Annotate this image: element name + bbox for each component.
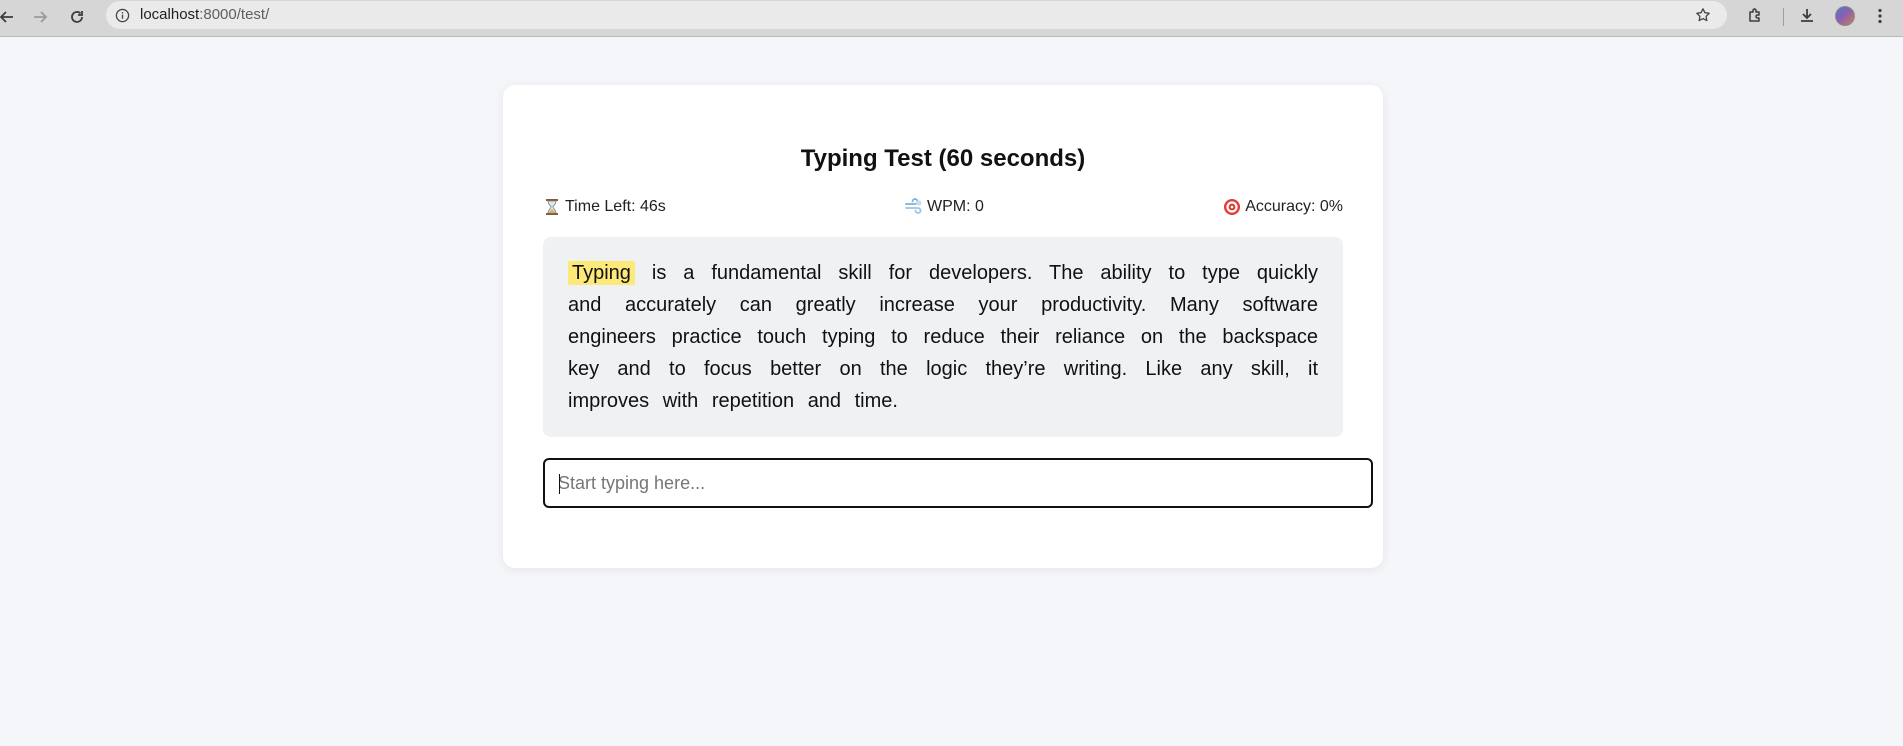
time-left-stat: Time Left: 46s bbox=[543, 198, 666, 216]
browser-menu-button[interactable] bbox=[1866, 2, 1894, 30]
downloads-button[interactable] bbox=[1793, 2, 1821, 30]
accuracy-value: Accuracy: 0% bbox=[1245, 198, 1343, 215]
accuracy-stat: Accuracy: 0% bbox=[1223, 198, 1343, 216]
page-title: Typing Test (60 seconds) bbox=[800, 145, 1086, 172]
target-icon bbox=[1224, 199, 1241, 215]
passage-word: with bbox=[662, 390, 699, 412]
passage-word: accurately bbox=[625, 294, 717, 316]
passage-word: repetition bbox=[711, 390, 795, 412]
passage-word: reduce bbox=[923, 326, 985, 348]
passage-word: for bbox=[888, 262, 913, 284]
time-left-value: Time Left: 46s bbox=[565, 198, 666, 215]
passage-word: touch bbox=[757, 326, 807, 348]
passage-word: improves bbox=[568, 390, 650, 412]
passage-word: their bbox=[1000, 326, 1040, 348]
passage-text: Typing is a fundamental skill for develo… bbox=[568, 257, 1318, 417]
dash-wind-icon bbox=[905, 198, 922, 214]
wpm-stat: WPM: 0 bbox=[905, 198, 984, 216]
passage-word: better bbox=[770, 358, 822, 380]
reload-button[interactable] bbox=[64, 4, 90, 30]
current-word: Typing bbox=[568, 261, 635, 285]
back-button[interactable] bbox=[0, 4, 20, 30]
toolbar-divider bbox=[1783, 8, 1784, 26]
avatar bbox=[1835, 6, 1855, 26]
passage-box: Typing is a fundamental skill for develo… bbox=[543, 237, 1343, 437]
text-caret bbox=[559, 474, 560, 494]
url-host: localhost bbox=[140, 6, 200, 23]
typing-input-box[interactable] bbox=[543, 458, 1373, 508]
passage-word: reliance bbox=[1055, 326, 1126, 348]
passage-word: quickly bbox=[1256, 262, 1319, 284]
typing-input[interactable] bbox=[545, 460, 1371, 506]
passage-word: any bbox=[1200, 358, 1233, 380]
passage-word: and bbox=[617, 358, 651, 380]
passage-word: and bbox=[568, 294, 602, 316]
passage-word: typing bbox=[822, 326, 876, 348]
passage-word: to bbox=[669, 358, 686, 380]
passage-word: a bbox=[683, 262, 695, 284]
reload-icon bbox=[71, 11, 83, 23]
more-vertical-icon bbox=[1878, 8, 1882, 24]
url-path: :8000/test/ bbox=[199, 6, 270, 23]
passage-word: backspace bbox=[1222, 326, 1319, 348]
passage-word: skill bbox=[838, 262, 872, 284]
typing-test-card: Typing Test (60 seconds) Time Left: 46s … bbox=[503, 85, 1383, 568]
passage-word: the bbox=[880, 358, 908, 380]
passage-word: time. bbox=[854, 390, 898, 412]
address-bar[interactable]: localhost:8000/test/ bbox=[106, 1, 1727, 29]
passage-word: on bbox=[1140, 326, 1164, 348]
passage-word: can bbox=[739, 294, 773, 316]
passage-word: writing. bbox=[1063, 358, 1128, 380]
passage-word: the bbox=[1178, 326, 1207, 348]
passage-word: it bbox=[1308, 358, 1319, 380]
passage-word: developers. bbox=[929, 262, 1033, 284]
passage-word: productivity. bbox=[1041, 294, 1147, 316]
passage-word: is bbox=[651, 262, 667, 284]
browser-toolbar: localhost:8000/test/ bbox=[0, 0, 1903, 37]
wpm-value: WPM: 0 bbox=[927, 198, 984, 215]
stats-bar: Time Left: 46s WPM: 0 Accuracy: 0% bbox=[543, 198, 1343, 220]
passage-word: increase bbox=[879, 294, 955, 316]
download-icon bbox=[1801, 9, 1813, 22]
passage-word: ability bbox=[1100, 262, 1152, 284]
passage-word: logic bbox=[926, 358, 968, 380]
passage-word: your bbox=[978, 294, 1018, 316]
passage-word: greatly bbox=[795, 294, 856, 316]
url-text: localhost:8000/test/ bbox=[140, 6, 269, 24]
passage-word: on bbox=[839, 358, 862, 380]
passage-word: fundamental bbox=[711, 262, 822, 284]
passage-word: focus bbox=[703, 358, 752, 380]
puzzle-icon bbox=[1749, 8, 1760, 22]
passage-word: Like bbox=[1145, 358, 1183, 380]
passage-word: engineers bbox=[568, 326, 656, 348]
bookmark-star-icon[interactable] bbox=[1693, 5, 1713, 25]
passage-word: key bbox=[568, 358, 600, 380]
passage-word: they’re bbox=[985, 358, 1046, 380]
hourglass-icon bbox=[546, 199, 558, 215]
passage-word: and bbox=[807, 390, 842, 412]
arrow-right-icon bbox=[34, 11, 48, 23]
passage-word: practice bbox=[671, 326, 742, 348]
passage-word: type bbox=[1202, 262, 1240, 284]
site-info-icon[interactable] bbox=[112, 5, 132, 25]
extensions-button[interactable] bbox=[1741, 2, 1769, 30]
arrow-left-icon bbox=[0, 11, 13, 23]
passage-word: software bbox=[1242, 294, 1319, 316]
passage-word: to bbox=[1168, 262, 1186, 284]
passage-word: The bbox=[1049, 262, 1084, 284]
passage-word: to bbox=[891, 326, 908, 348]
passage-word: skill, bbox=[1250, 358, 1290, 380]
profile-button[interactable] bbox=[1831, 2, 1859, 30]
forward-button[interactable] bbox=[27, 4, 53, 30]
passage-word: Many bbox=[1169, 294, 1219, 316]
